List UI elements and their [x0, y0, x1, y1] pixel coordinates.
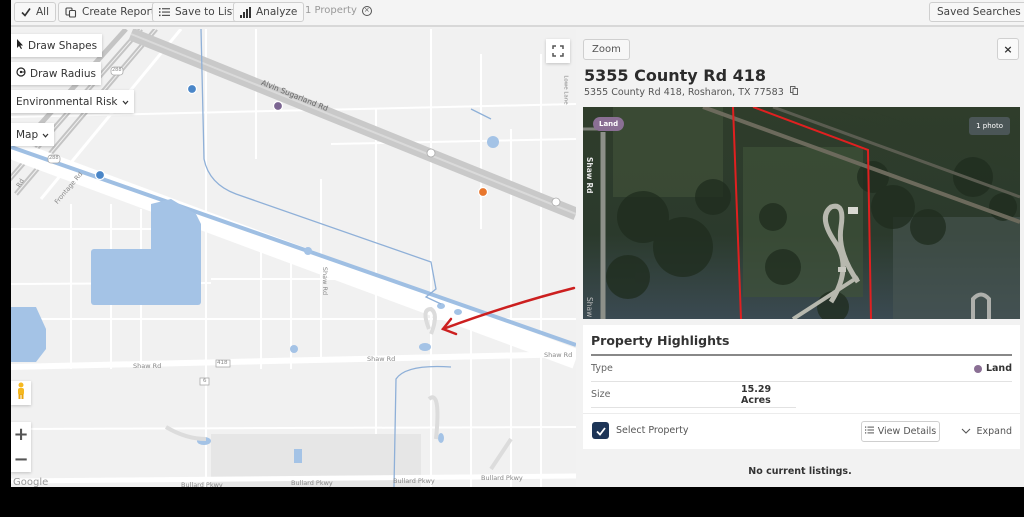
- route-shield-label: 288: [112, 67, 122, 73]
- select-property-label[interactable]: Select Property: [616, 425, 689, 436]
- chevron-down-icon: [961, 426, 971, 437]
- environmental-risk-dropdown[interactable]: Environmental Risk: [11, 90, 134, 113]
- road-label: Bullard Pkwy: [181, 481, 223, 487]
- environmental-risk-label: Environmental Risk: [16, 95, 118, 108]
- card-divider: [583, 413, 1020, 414]
- property-count-text: 1 Property: [305, 5, 357, 16]
- map-marker-listing: [186, 83, 198, 95]
- land-type-dot-icon: [973, 364, 982, 373]
- checkmark-icon: [21, 7, 31, 17]
- road-label: Shaw Rd: [367, 355, 396, 363]
- road-label: Shaw Rd: [133, 362, 162, 370]
- no-listings-message: No current listings.: [748, 466, 852, 477]
- list-icon: [159, 7, 170, 17]
- property-type-pill: Land: [593, 117, 625, 131]
- road-label: Shaw Rd: [321, 266, 330, 296]
- create-report-label: Create Report: [82, 6, 156, 18]
- highlight-value: Land: [973, 363, 1012, 374]
- chevron-down-icon: [122, 96, 129, 108]
- analyze-label: Analyze: [256, 6, 298, 18]
- select-property-checkbox[interactable]: [592, 422, 609, 439]
- map-marker-land: [272, 100, 284, 112]
- create-report-button[interactable]: Create Report: [58, 2, 163, 22]
- aerial-road-label: Shaw Rd: [585, 157, 594, 194]
- type-value-text: Land: [985, 363, 1012, 374]
- pegman-icon: [16, 382, 26, 404]
- map-marker-listing: [477, 186, 489, 198]
- draw-radius-button[interactable]: Draw Radius: [11, 62, 101, 85]
- highlight-value: 15.29 Acres: [741, 383, 772, 406]
- property-aerial-photo[interactable]: Land 1 photo Shaw Rd Shaw: [583, 107, 1020, 319]
- expand-button[interactable]: Expand: [961, 426, 1012, 437]
- property-highlights-card: Property Highlights Type Land Size 15.29…: [583, 325, 1020, 449]
- highlights-title: Property Highlights: [591, 333, 730, 348]
- highlight-label: Type: [591, 363, 613, 374]
- bar-chart-icon: [240, 6, 251, 18]
- road-label: Shaw Rd: [544, 351, 573, 359]
- app: All Create Report Save to List Analyze 1…: [0, 0, 1024, 487]
- route-shield-label: 418: [217, 360, 228, 366]
- route-shield-label: 288: [49, 155, 59, 161]
- map-zoom-control: + −: [11, 422, 31, 472]
- chevron-down-icon: [42, 129, 49, 141]
- zoom-out-button[interactable]: −: [11, 447, 31, 472]
- saved-searches-label: Saved Searches: [937, 6, 1021, 18]
- checkmark-icon: [595, 421, 606, 440]
- highlight-row-size: Size 15.29 Acres: [591, 382, 796, 408]
- close-panel-button[interactable]: ×: [997, 38, 1019, 60]
- draw-radius-label: Draw Radius: [30, 67, 96, 80]
- save-to-list-label: Save to List: [175, 6, 237, 18]
- property-address: 5355 County Rd 418, Rosharon, TX 77583: [584, 86, 798, 98]
- map-marker-listing: [94, 169, 106, 181]
- property-detail-panel: Zoom × 5355 County Rd 418 5355 County Rd…: [576, 29, 1024, 487]
- select-all-button[interactable]: All: [14, 2, 57, 22]
- saved-searches-dropdown[interactable]: Saved Searches: [929, 2, 1024, 22]
- screen-edge: [0, 0, 11, 517]
- map-type-dropdown[interactable]: Map: [11, 123, 55, 146]
- clear-selection-icon[interactable]: ×: [361, 5, 372, 16]
- expand-label: Expand: [976, 426, 1012, 437]
- route-shield-label: 6: [203, 378, 207, 384]
- road-label: Bullard Pkwy: [393, 477, 435, 485]
- zoom-in-button[interactable]: +: [11, 422, 31, 447]
- highlight-label: Size: [591, 389, 611, 400]
- top-toolbar: All Create Report Save to List Analyze 1…: [0, 0, 1024, 27]
- view-details-label: View Details: [877, 426, 937, 437]
- road-label: Lowe Lane: [562, 75, 569, 105]
- draw-shapes-button[interactable]: Draw Shapes: [11, 34, 103, 57]
- fullscreen-icon: [552, 42, 564, 61]
- property-title: 5355 County Rd 418: [584, 66, 767, 85]
- street-view-pegman[interactable]: [11, 381, 31, 405]
- road-label: Bullard Pkwy: [481, 474, 523, 482]
- close-icon: ×: [1003, 42, 1013, 56]
- road-label: Bullard Pkwy: [291, 479, 333, 487]
- save-to-list-button[interactable]: Save to List: [152, 2, 244, 22]
- map-type-label: Map: [16, 128, 39, 141]
- report-icon: [65, 6, 77, 18]
- cursor-icon: [16, 39, 24, 52]
- list-icon: [864, 426, 874, 437]
- map-view[interactable]: Alvin Sugarland Rd Frontage Rd Shaw Rd S…: [11, 29, 576, 487]
- google-attribution: Google: [13, 477, 49, 487]
- highlight-row-type: Type Land: [591, 356, 1012, 382]
- copy-icon[interactable]: [789, 86, 798, 98]
- property-address-text: 5355 County Rd 418, Rosharon, TX 77583: [584, 86, 784, 98]
- draw-shapes-label: Draw Shapes: [28, 39, 98, 52]
- select-all-label: All: [36, 6, 50, 18]
- aerial-image: [583, 107, 1020, 319]
- zoom-to-property-button[interactable]: Zoom: [583, 39, 630, 60]
- analyze-button[interactable]: Analyze: [233, 2, 305, 22]
- fullscreen-button[interactable]: [546, 39, 570, 63]
- aerial-road-label: Shaw: [585, 297, 594, 318]
- photo-count-badge[interactable]: 1 photo: [969, 117, 1010, 135]
- view-details-button[interactable]: View Details: [861, 421, 940, 442]
- property-count: 1 Property ×: [305, 5, 372, 16]
- radius-icon: [16, 67, 26, 80]
